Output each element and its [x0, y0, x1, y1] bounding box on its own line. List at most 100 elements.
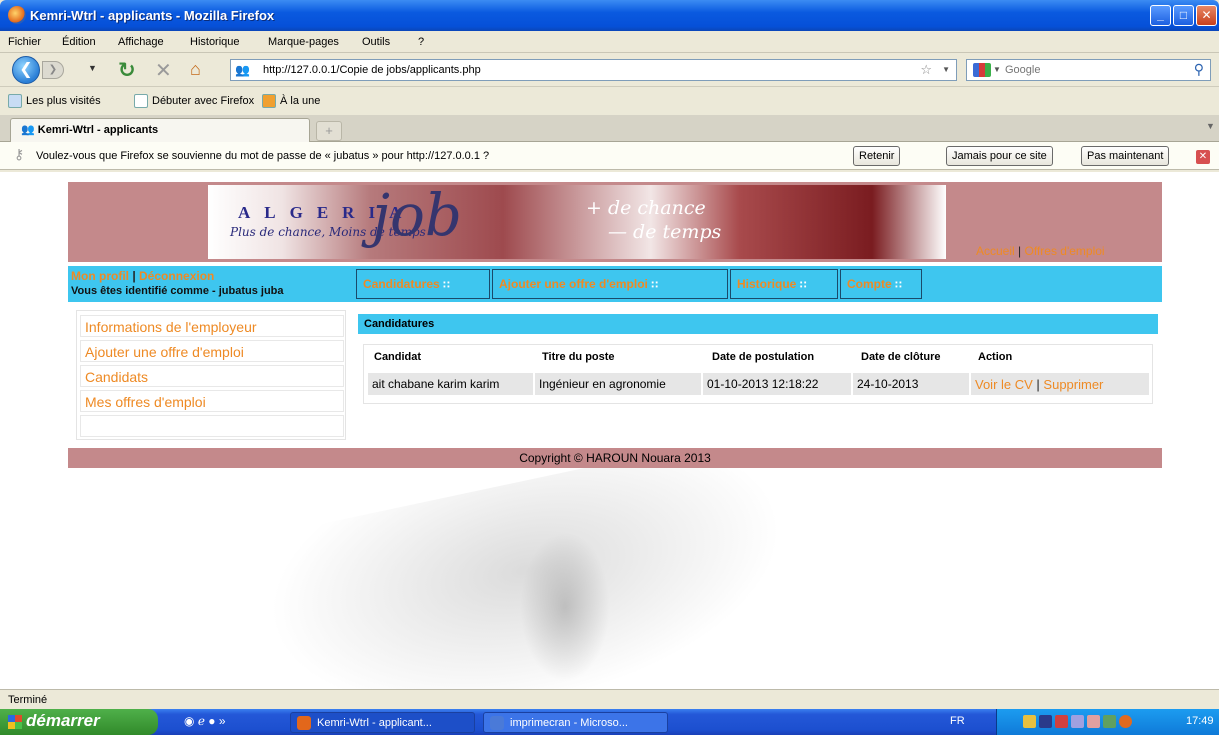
- word-icon: [490, 716, 504, 730]
- close-notification-icon[interactable]: ✕: [1196, 150, 1210, 164]
- user-box: Mon profil | Déconnexion Vous êtes ident…: [68, 266, 350, 302]
- link-job-offers[interactable]: Offres d'emploi: [1024, 244, 1104, 258]
- url-text[interactable]: http://127.0.0.1/Copie de jobs/applicant…: [263, 64, 481, 76]
- menu-fichier[interactable]: Fichier: [8, 36, 41, 48]
- delete-link[interactable]: Supprimer: [1043, 377, 1103, 392]
- more-icon[interactable]: »: [219, 714, 226, 728]
- bookmark-headlines[interactable]: À la une: [280, 95, 320, 107]
- navigation-toolbar: ❮ ❯ ▼ ↻ ✕ ⌂ 👥 http://127.0.0.1/Copie de …: [0, 53, 1219, 87]
- identified-as-text: Vous êtes identifié comme - jubatus juba: [71, 285, 284, 297]
- tab-candidatures[interactable]: Candidatures ∷: [356, 269, 490, 299]
- search-bar[interactable]: ▼ ⚲: [966, 59, 1211, 81]
- tray-icon[interactable]: [1023, 715, 1036, 728]
- tab-label: Historique: [737, 277, 797, 291]
- stop-icon[interactable]: ✕: [155, 58, 172, 83]
- menu-edition[interactable]: Édition: [62, 36, 96, 48]
- tray-icon[interactable]: [1103, 715, 1116, 728]
- tray-icon[interactable]: [1119, 715, 1132, 728]
- tab-title: Kemri-Wtrl - applicants: [37, 124, 159, 136]
- tab-applicants[interactable]: 👥 Kemri-Wtrl - applicants: [10, 118, 310, 142]
- status-text: Terminé: [8, 694, 48, 706]
- link-home[interactable]: Accueil: [976, 244, 1015, 258]
- menu-affichage[interactable]: Affichage: [118, 36, 164, 48]
- site-identity-icon[interactable]: 👥: [235, 63, 250, 77]
- tray-icon[interactable]: [1071, 715, 1084, 728]
- tab-list-icon[interactable]: ▼: [1206, 121, 1215, 131]
- never-for-site-button[interactable]: Jamais pour ce site: [946, 146, 1053, 166]
- tab-historique[interactable]: Historique ∷: [730, 269, 838, 299]
- bookmark-folder-icon: [8, 94, 22, 108]
- firefox-icon: [297, 716, 311, 730]
- tray-icon[interactable]: [1087, 715, 1100, 728]
- new-tab-button[interactable]: +: [316, 121, 342, 141]
- firefox-logo-icon: [8, 6, 26, 24]
- left-menu: Informations de l'employeur Ajouter une …: [76, 310, 346, 440]
- reload-icon[interactable]: ↻: [118, 58, 136, 83]
- link-my-profile[interactable]: Mon profil: [71, 269, 129, 283]
- applications-panel: Candidatures Candidat Titre du poste Dat…: [358, 314, 1158, 409]
- left-menu-my-job-offers[interactable]: Mes offres d'emploi: [80, 390, 344, 412]
- navigation-row: Mon profil | Déconnexion Vous êtes ident…: [68, 266, 1162, 302]
- menu-marque-pages[interactable]: Marque-pages: [268, 36, 339, 48]
- quick-launch: ◉ ℯ ● »: [184, 714, 226, 728]
- search-icon[interactable]: ⚲: [1194, 61, 1204, 78]
- left-menu-employer-info[interactable]: Informations de l'employeur: [80, 315, 344, 337]
- site-container: ALGERIA Plus de chance, Moins de temps j…: [68, 181, 1162, 468]
- history-dropdown-icon[interactable]: ▼: [88, 63, 97, 73]
- menu-outils[interactable]: Outils: [362, 36, 390, 48]
- chrome-icon[interactable]: ●: [208, 714, 215, 728]
- window-title-bar[interactable]: Kemri-Wtrl - applicants - Mozilla Firefo…: [0, 0, 1219, 31]
- taskbar-firefox-window[interactable]: Kemri-Wtrl - applicant...: [290, 712, 475, 733]
- back-button[interactable]: ❮: [12, 56, 40, 84]
- address-bar[interactable]: 👥 http://127.0.0.1/Copie de jobs/applica…: [230, 59, 957, 81]
- menu-bar: Fichier Édition Affichage Historique Mar…: [0, 31, 1219, 53]
- separator: |: [1032, 377, 1044, 392]
- show-desktop-icon[interactable]: ◉: [184, 714, 194, 728]
- link-logout[interactable]: Déconnexion: [139, 269, 214, 283]
- minimize-button[interactable]: _: [1150, 5, 1171, 26]
- taskbar-word-window[interactable]: imprimecran - Microso...: [483, 712, 668, 733]
- language-indicator[interactable]: FR: [950, 715, 965, 727]
- bookmark-getting-started[interactable]: Débuter avec Firefox: [152, 95, 254, 107]
- menu-historique[interactable]: Historique: [190, 36, 240, 48]
- left-menu-add-job-offer[interactable]: Ajouter une offre d'emploi: [80, 340, 344, 362]
- tray-icon[interactable]: [1039, 715, 1052, 728]
- not-now-button[interactable]: Pas maintenant: [1081, 146, 1170, 166]
- search-input[interactable]: [1005, 62, 1175, 78]
- menu-help[interactable]: ?: [418, 36, 424, 48]
- status-bar: Terminé: [0, 689, 1219, 709]
- ie-icon[interactable]: ℯ: [198, 714, 205, 728]
- window-title: Kemri-Wtrl - applicants - Mozilla Firefo…: [30, 8, 275, 23]
- tray-icon[interactable]: [1055, 715, 1068, 728]
- home-icon[interactable]: ⌂: [190, 59, 201, 80]
- start-label: démarrer: [26, 711, 100, 730]
- tab-label: Compte: [847, 277, 892, 291]
- tab-compte[interactable]: Compte ∷: [840, 269, 922, 299]
- search-engine-icon[interactable]: [973, 63, 991, 77]
- maximize-button[interactable]: □: [1173, 5, 1194, 26]
- cell-applied-date: 01-10-2013 12:18:22: [703, 373, 851, 395]
- page-icon: [134, 94, 148, 108]
- left-menu-empty-item: [80, 415, 344, 437]
- tab-add-job-offer[interactable]: Ajouter une offre d'emploi ∷: [492, 269, 728, 299]
- key-icon: ⚷: [14, 146, 25, 162]
- url-dropdown-icon[interactable]: ▼: [942, 65, 950, 74]
- task-label: Kemri-Wtrl - applicant...: [317, 717, 432, 729]
- separator: |: [128, 269, 140, 283]
- start-button[interactable]: démarrer: [0, 709, 158, 735]
- panel-title: Candidatures: [358, 314, 1158, 334]
- tab-label: Ajouter une offre d'emploi: [499, 277, 648, 291]
- background-figure: [520, 532, 610, 682]
- remember-button[interactable]: Retenir: [853, 146, 901, 166]
- grid-icon: ∷: [443, 280, 450, 291]
- bookmark-most-visited[interactable]: Les plus visités: [26, 95, 101, 107]
- bookmark-star-icon[interactable]: ☆: [920, 62, 932, 78]
- search-engine-dropdown-icon[interactable]: ▼: [993, 65, 1001, 74]
- password-message: Voulez-vous que Firefox se souvienne du …: [36, 150, 490, 162]
- banner-minus-temps: — de temps: [608, 221, 722, 243]
- close-window-button[interactable]: ✕: [1196, 5, 1217, 26]
- view-cv-link[interactable]: Voir le CV: [975, 377, 1033, 392]
- cell-actions: Voir le CV | Supprimer: [971, 373, 1149, 395]
- forward-button[interactable]: ❯: [42, 61, 64, 79]
- left-menu-candidates[interactable]: Candidats: [80, 365, 344, 387]
